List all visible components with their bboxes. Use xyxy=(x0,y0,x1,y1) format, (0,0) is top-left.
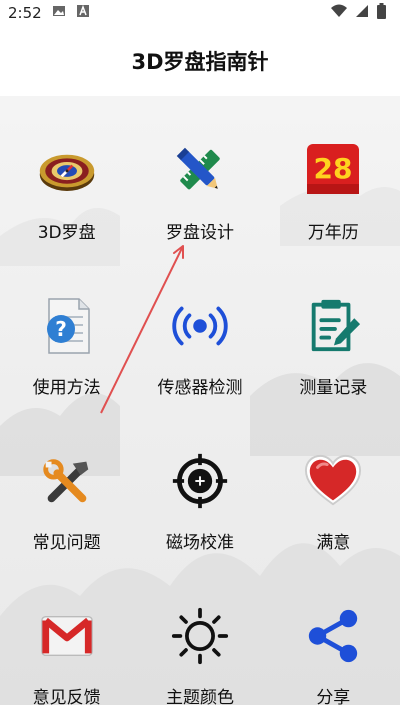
grid-item-label: 传感器检测 xyxy=(157,378,243,398)
grid-item-share[interactable]: 分享 xyxy=(267,561,400,711)
grid-item-compass-design[interactable]: 罗盘设计 xyxy=(133,96,266,251)
grid-item-feedback[interactable]: 意见反馈 xyxy=(0,561,133,711)
grid-item-label: 使用方法 xyxy=(32,378,101,398)
svg-text:?: ? xyxy=(55,317,67,341)
gmail-icon xyxy=(38,607,96,665)
grid-item-how-to-use[interactable]: ? 使用方法 xyxy=(0,251,133,406)
grid-item-calendar[interactable]: 28 万年历 xyxy=(267,96,400,251)
grid-item-label: 罗盘设计 xyxy=(165,223,234,243)
calendar-day-number: 28 xyxy=(314,152,353,185)
wifi-icon xyxy=(331,4,347,22)
grid-item-satisfied[interactable]: 满意 xyxy=(267,406,400,561)
feature-grid: 3D罗盘 罗盘设计 28 万年历 ? 使用方法 传感器检测 测量记录 常见问题 … xyxy=(0,96,400,711)
share-icon xyxy=(304,607,362,665)
grid-item-theme-color[interactable]: 主题颜色 xyxy=(133,561,266,711)
sensor-signal-icon xyxy=(171,297,229,355)
font-a-icon xyxy=(76,4,90,22)
grid-item-label: 测量记录 xyxy=(299,378,368,398)
main-content: 3D罗盘 罗盘设计 28 万年历 ? 使用方法 传感器检测 测量记录 常见问题 … xyxy=(0,96,400,711)
grid-item-label: 磁场校准 xyxy=(165,533,234,553)
grid-item-measure-record[interactable]: 测量记录 xyxy=(267,251,400,406)
crosshair-icon xyxy=(171,452,229,510)
help-document-icon: ? xyxy=(38,297,96,355)
status-bar: 2:52 xyxy=(0,0,400,26)
sun-icon xyxy=(171,607,229,665)
pencil-ruler-icon xyxy=(171,142,229,200)
grid-item-magnetic-calibration[interactable]: 磁场校准 xyxy=(133,406,266,561)
signal-icon xyxy=(355,4,369,22)
bottom-bar xyxy=(0,705,400,711)
grid-item-faq[interactable]: 常见问题 xyxy=(0,406,133,561)
grid-item-label: 万年历 xyxy=(307,223,359,243)
compass-icon xyxy=(38,142,96,200)
heart-icon xyxy=(304,452,362,510)
battery-icon xyxy=(377,3,386,23)
grid-item-3d-compass[interactable]: 3D罗盘 xyxy=(0,96,133,251)
clipboard-edit-icon xyxy=(304,297,362,355)
calendar-icon: 28 xyxy=(304,142,362,200)
grid-item-label: 满意 xyxy=(316,533,351,553)
grid-item-label: 常见问题 xyxy=(32,533,101,553)
tools-icon xyxy=(38,452,96,510)
gallery-icon xyxy=(52,4,66,22)
app-title: 3D罗盘指南针 xyxy=(131,50,269,74)
grid-item-sensor-test[interactable]: 传感器检测 xyxy=(133,251,266,406)
status-time: 2:52 xyxy=(8,4,42,22)
grid-item-label: 3D罗盘 xyxy=(37,223,96,243)
